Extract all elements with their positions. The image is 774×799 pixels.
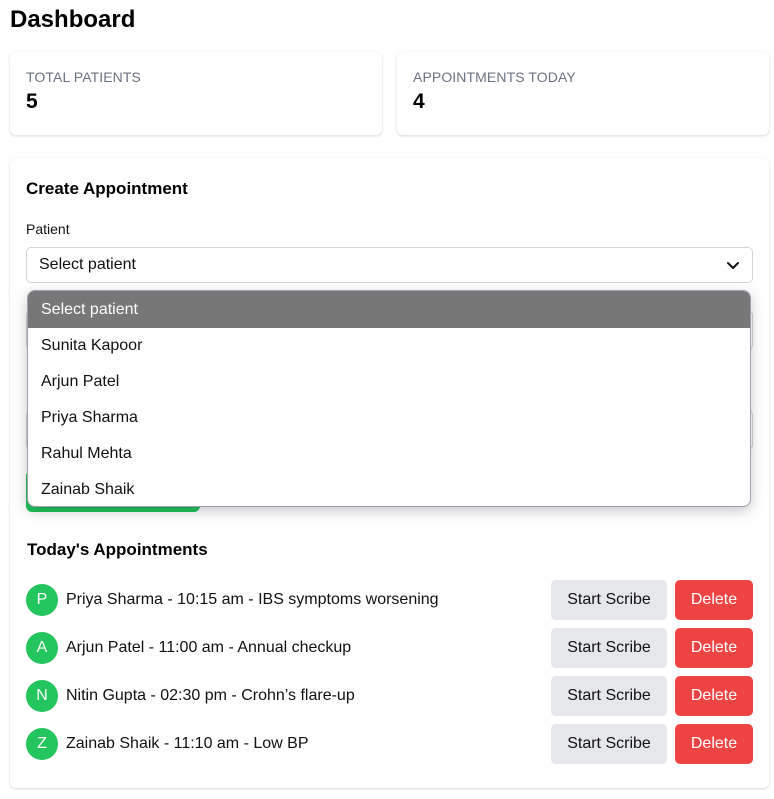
page-title: Dashboard: [10, 6, 136, 33]
dropdown-option[interactable]: Arjun Patel: [28, 364, 750, 400]
avatar: P: [26, 584, 58, 616]
start-scribe-button[interactable]: Start Scribe: [551, 580, 667, 620]
patient-dropdown-list: Select patient Sunita Kapoor Arjun Patel…: [27, 290, 751, 507]
stat-card-total-patients: TOTAL PATIENTS 5: [10, 52, 382, 135]
chevron-down-icon: [727, 262, 739, 269]
delete-button[interactable]: Delete: [675, 628, 753, 668]
stat-value: 4: [413, 90, 425, 113]
dropdown-option[interactable]: Priya Sharma: [28, 400, 750, 436]
dropdown-option[interactable]: Zainab Shaik: [28, 472, 750, 506]
delete-button[interactable]: Delete: [675, 724, 753, 764]
avatar: N: [26, 680, 58, 712]
appointment-row: P Priya Sharma - 10:15 am - IBS symptoms…: [26, 579, 753, 621]
stat-card-appointments-today: APPOINTMENTS TODAY 4: [397, 52, 769, 135]
patient-select[interactable]: Select patient: [26, 247, 753, 283]
delete-button[interactable]: Delete: [675, 580, 753, 620]
start-scribe-button[interactable]: Start Scribe: [551, 724, 667, 764]
start-scribe-button[interactable]: Start Scribe: [551, 676, 667, 716]
appointment-row: N Nitin Gupta - 02:30 pm - Crohn’s flare…: [26, 675, 753, 717]
appointment-text: Nitin Gupta - 02:30 pm - Crohn’s flare-u…: [66, 687, 355, 704]
create-appointment-title: Create Appointment: [26, 179, 188, 198]
delete-button[interactable]: Delete: [675, 676, 753, 716]
patient-select-value: Select patient: [39, 256, 136, 273]
dropdown-option[interactable]: Select patient: [28, 291, 750, 328]
stat-label: APPOINTMENTS TODAY: [413, 69, 576, 85]
patient-label: Patient: [26, 221, 70, 237]
avatar: A: [26, 632, 58, 664]
appointment-text: Zainab Shaik - 11:10 am - Low BP: [66, 735, 309, 752]
avatar: Z: [26, 728, 58, 760]
appointment-text: Arjun Patel - 11:00 am - Annual checkup: [66, 639, 352, 656]
dropdown-option[interactable]: Rahul Mehta: [28, 436, 750, 472]
appointment-text: Priya Sharma - 10:15 am - IBS symptoms w…: [66, 591, 439, 608]
appointment-row: A Arjun Patel - 11:00 am - Annual checku…: [26, 627, 753, 669]
dropdown-option[interactable]: Sunita Kapoor: [28, 328, 750, 364]
start-scribe-button[interactable]: Start Scribe: [551, 628, 667, 668]
stat-value: 5: [26, 90, 38, 113]
appointment-row: Z Zainab Shaik - 11:10 am - Low BP Start…: [26, 723, 753, 765]
stat-label: TOTAL PATIENTS: [26, 69, 141, 85]
todays-appointments-title: Today's Appointments: [27, 540, 208, 559]
